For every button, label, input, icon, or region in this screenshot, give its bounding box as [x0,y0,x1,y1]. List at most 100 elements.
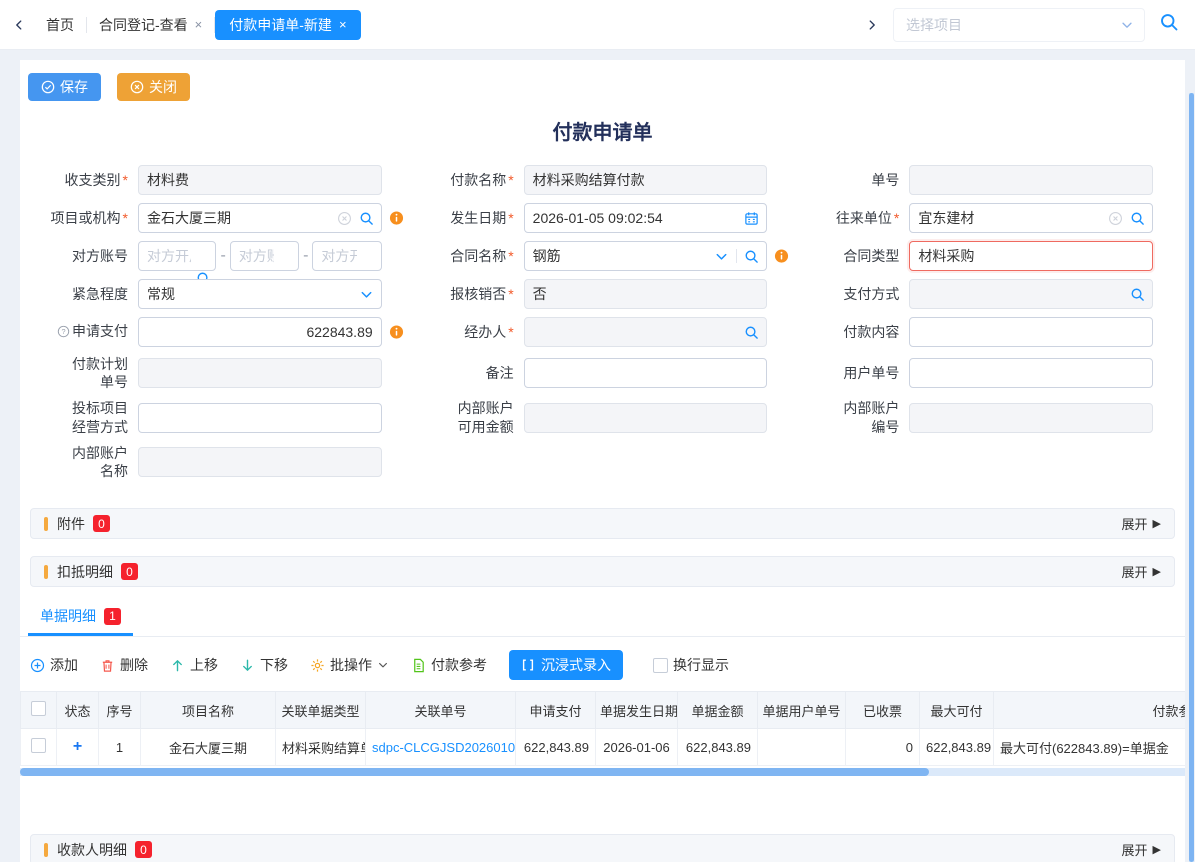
global-search-icon[interactable] [1159,12,1179,37]
doc-no-link[interactable]: sdpc-CLCGJSD2026010 [366,729,516,766]
bid-mode-input[interactable] [138,403,382,433]
info-icon[interactable] [774,249,789,264]
tabs-back-icon[interactable] [12,18,26,32]
plan-no-input [138,358,382,388]
section-deduction[interactable]: 扣抵明细 0 展开 ▶ [30,556,1175,587]
clear-icon[interactable] [337,211,352,226]
checkbox[interactable] [653,658,668,673]
field-internal-no: 内部账户 编号 [801,399,1153,435]
row-select[interactable] [21,729,57,766]
pay-method-input [909,279,1153,309]
tab-doc-detail[interactable]: 单据明细 1 [28,601,133,636]
info-icon[interactable] [389,211,404,226]
scrollbar-thumb[interactable] [1189,93,1194,862]
project-select[interactable] [893,8,1145,42]
user-no-input[interactable] [909,358,1153,388]
search-icon[interactable] [744,249,759,264]
document-icon [411,658,426,673]
tab-payment-request-new[interactable]: 付款申请单-新建 × [215,10,360,40]
add-row-button[interactable]: 添加 [30,655,78,675]
field-label: 支付方式 [843,286,899,302]
field-label: 付款名称 [450,172,506,188]
detail-table: 状态 序号 项目名称 关联单据类型 关联单号 申请支付 单据发生日期 单据金额 … [20,691,1185,766]
horizontal-scrollbar[interactable] [20,768,1185,776]
search-icon[interactable] [744,325,759,340]
checkbox[interactable] [31,701,46,716]
occur-date-input[interactable] [524,203,768,233]
tabs-forward-icon[interactable] [865,18,879,32]
section-payee[interactable]: 收款人明细 0 展开 ▶ [30,834,1175,862]
tab-close-icon[interactable]: × [339,17,347,32]
pay-content-input[interactable] [909,317,1153,347]
move-up-button[interactable]: 上移 [170,655,218,675]
urgency-select[interactable] [138,279,382,309]
wrap-display-toggle[interactable]: 换行显示 [653,655,729,675]
field-label: 紧急程度 [72,286,128,302]
expand-toggle[interactable]: 展开 ▶ [1122,514,1161,533]
field-pay-method: 支付方式 [801,279,1153,309]
batch-ops-dropdown[interactable]: 批操作 [310,655,389,675]
field-reimburse: 报核销否* [416,279,768,309]
scrollbar-thumb[interactable] [20,768,929,776]
section-pill-icon [44,565,48,579]
count-badge: 1 [104,608,121,625]
cell-pay-ref: 最大可付(622843.89)=单据金 [994,729,1186,766]
field-pay-content: 付款内容 [801,317,1153,347]
field-label: 往来单位 [836,210,892,226]
field-label: 对方账号 [72,248,128,264]
immersive-entry-button[interactable]: 沉浸式录入 [509,650,623,680]
field-occur-date: 发生日期* [416,203,768,233]
field-label: 付款计划 单号 [72,356,128,390]
cell-invoiced: 0 [846,729,920,766]
opposite-holder-input[interactable] [312,241,381,271]
info-icon[interactable] [389,325,404,340]
chevron-down-icon[interactable] [359,287,374,302]
field-internal-name: 内部账户 名称 [30,444,382,480]
action-buttons: 保存 关闭 [20,73,1185,101]
close-button[interactable]: 关闭 [117,73,190,101]
chevron-down-icon[interactable] [1120,18,1134,32]
search-icon[interactable] [1130,211,1145,226]
expand-toggle[interactable]: 展开 ▶ [1122,840,1161,859]
row-add-icon[interactable]: + [73,738,82,755]
apply-amount-input[interactable] [138,317,382,347]
payment-request-panel: 保存 关闭 付款申请单 收支类别* 付款名称* 单号 项目或机构* [20,60,1185,862]
field-label: 用户单号 [843,365,899,381]
top-gap [0,50,1195,60]
doc-no-input [909,165,1153,195]
search-icon[interactable] [1130,287,1145,302]
field-label: 经办人 [464,324,506,340]
delete-row-button[interactable]: 删除 [100,655,148,675]
col-apply: 申请支付 [516,692,596,729]
question-circle-icon[interactable] [57,325,70,341]
vertical-scrollbar[interactable] [1189,93,1194,862]
save-button[interactable]: 保存 [28,73,101,101]
contract-type-input[interactable] [909,241,1153,271]
checkbox[interactable] [31,738,46,753]
gear-icon [310,658,325,673]
search-icon[interactable] [359,211,374,226]
remark-input[interactable] [524,358,768,388]
caret-right-icon: ▶ [1153,565,1161,578]
cell-project: 金石大厦三期 [141,729,276,766]
opposite-account-input[interactable] [230,241,299,271]
tab-contract-view[interactable]: 合同登记-查看 × [87,15,214,35]
cell-user-no [758,729,846,766]
caret-right-icon: ▶ [1153,517,1161,530]
move-down-button[interactable]: 下移 [240,655,288,675]
tab-home[interactable]: 首页 [34,15,86,35]
dash-separator: - [303,247,308,265]
pay-reference-button[interactable]: 付款参考 [411,655,487,675]
check-circle-icon [41,80,55,94]
calendar-icon[interactable] [744,211,759,226]
tab-close-icon[interactable]: × [195,17,203,32]
clear-icon[interactable] [1108,211,1123,226]
chevron-down-icon[interactable] [714,249,729,264]
header-select-all[interactable] [21,692,57,729]
detail-tab-strip: 单据明细 1 [20,601,1185,637]
expand-toggle[interactable]: 展开 ▶ [1122,562,1161,581]
section-attachments[interactable]: 附件 0 展开 ▶ [30,508,1175,539]
project-select-input[interactable] [904,16,1120,34]
col-seq: 序号 [99,692,141,729]
opposite-bank-input[interactable] [138,241,216,271]
